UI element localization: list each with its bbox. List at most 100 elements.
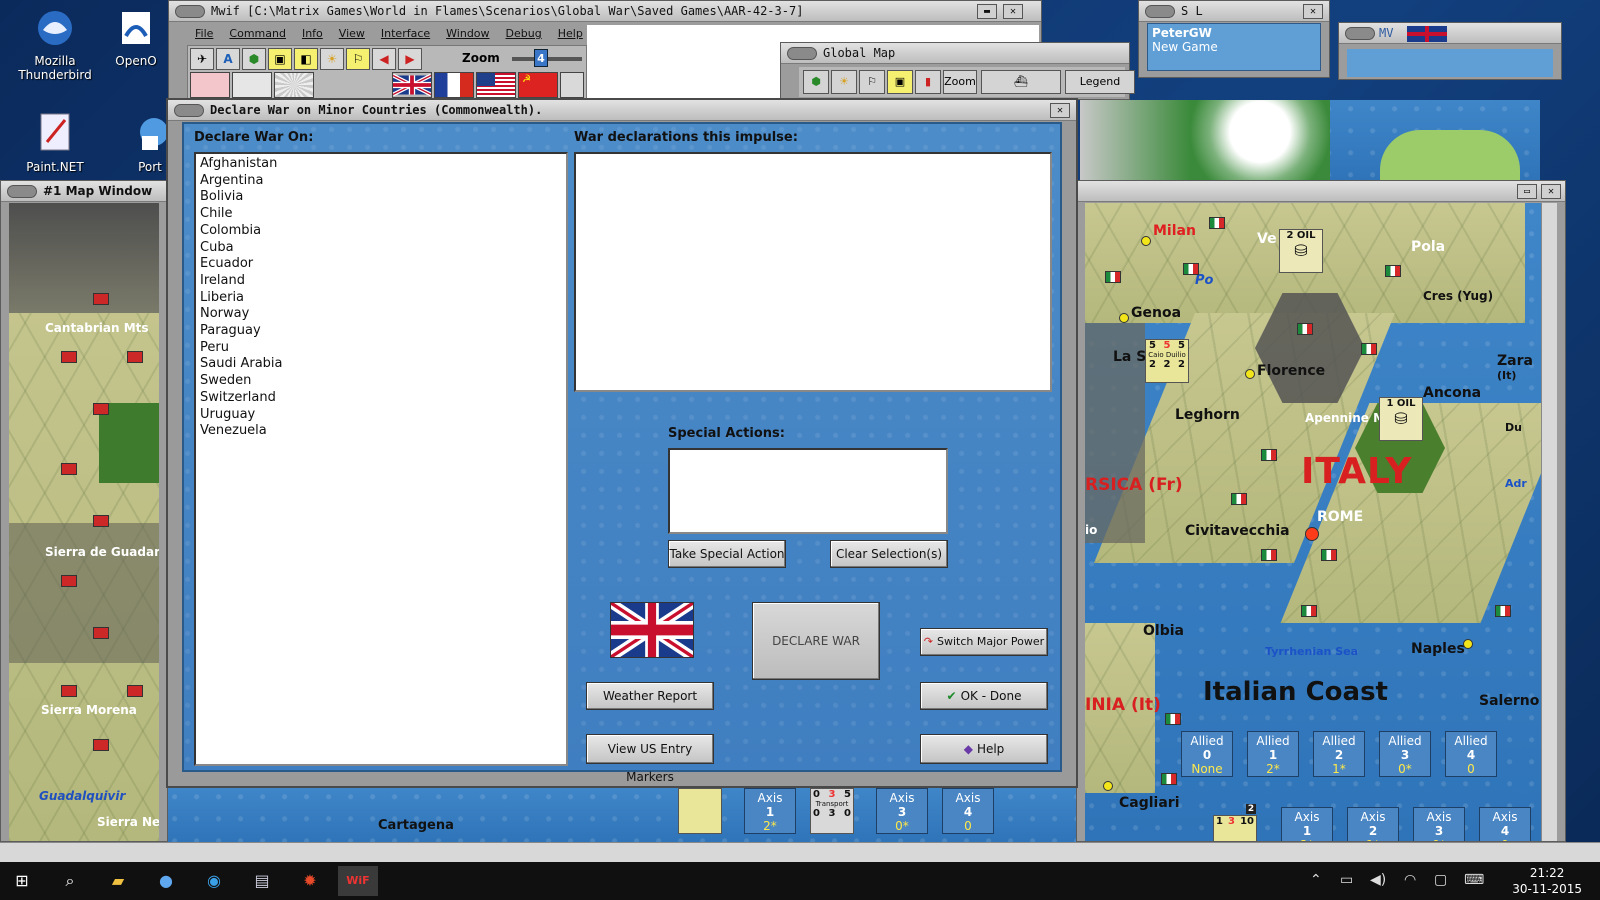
list-item[interactable]: Argentina <box>196 173 566 190</box>
declare-war-button[interactable]: DECLARE WAR <box>752 602 880 680</box>
player-panel-titlebar[interactable]: S L ✕ <box>1139 1 1329 22</box>
list-item[interactable]: Chile <box>196 206 566 223</box>
thermometer-icon[interactable]: ▮ <box>915 70 941 94</box>
browser-icon[interactable]: ◉ <box>194 866 234 896</box>
list-item[interactable]: Paraguay <box>196 323 566 340</box>
war-declarations-list[interactable] <box>574 152 1052 392</box>
swastika-pattern-icon[interactable] <box>232 72 272 98</box>
menu-file[interactable]: File <box>187 25 221 43</box>
window-menu-icon[interactable] <box>787 47 817 60</box>
grid-icon[interactable]: ▣ <box>887 70 913 94</box>
legend-button[interactable]: Legend <box>1065 70 1135 94</box>
list-item[interactable]: Peru <box>196 340 566 357</box>
file-explorer-icon[interactable]: ▰ <box>98 866 138 896</box>
switch-major-power-button[interactable]: ↷ Switch Major Power <box>920 628 1048 656</box>
city-cagliari[interactable] <box>1103 781 1113 791</box>
tray-chevron-icon[interactable]: ⌃ <box>1310 872 1322 888</box>
arrow-left-icon[interactable]: ◀ <box>372 48 396 70</box>
notification-icon[interactable]: ▢ <box>1434 872 1447 888</box>
axis-score-left-4[interactable]: Axis 4 0 <box>942 788 994 834</box>
paintnet-icon[interactable]: ▤ <box>242 866 282 896</box>
ok-done-button[interactable]: ✔ OK - Done <box>920 682 1048 710</box>
window-menu-icon[interactable] <box>1145 5 1175 18</box>
game-app-icon[interactable]: ✹ <box>290 866 330 896</box>
global-map-titlebar[interactable]: Global Map <box>781 43 1129 64</box>
list-item[interactable]: Bolivia <box>196 189 566 206</box>
transport-counter[interactable]: 0 3 5 Transport 0 3 0 <box>810 788 854 834</box>
keyboard-icon[interactable]: ⌨ <box>1464 872 1484 888</box>
text-icon[interactable]: A <box>216 48 240 70</box>
zoom-slider-thumb[interactable]: 4 <box>534 49 548 67</box>
allied-score-4[interactable]: Allied 4 0 <box>1445 731 1497 777</box>
desktop-icon-thunderbird[interactable]: Mozilla Thunderbird <box>0 6 110 82</box>
axis-score-3[interactable]: Axis 3 0* <box>1413 807 1465 841</box>
close-icon[interactable]: ✕ <box>1003 4 1023 19</box>
plane-icon[interactable]: ✈ <box>190 48 214 70</box>
close-icon[interactable]: ✕ <box>1303 4 1323 19</box>
list-item[interactable]: Venezuela <box>196 423 566 440</box>
italy-map-area[interactable]: Milan Ve Pola Po Cres (Yug) Genoa La S F… <box>1085 203 1541 841</box>
window-menu-icon[interactable] <box>174 104 204 117</box>
mv-titlebar[interactable]: MV <box>1339 23 1561 44</box>
weather-report-button[interactable]: Weather Report <box>586 682 714 710</box>
list-item[interactable]: Colombia <box>196 223 566 240</box>
list-item[interactable]: Cuba <box>196 240 566 257</box>
oil-resource-counter[interactable]: 1 OIL ⛁ <box>1379 397 1423 441</box>
china-roundel-icon[interactable] <box>560 72 584 98</box>
oil-resource-counter[interactable]: 2 OIL ⛁ <box>1279 229 1323 273</box>
ship-counter[interactable] <box>678 788 722 834</box>
allied-score-3[interactable]: Allied 3 0* <box>1379 731 1431 777</box>
axis-score-2[interactable]: Axis 2 1* <box>1347 807 1399 841</box>
list-item[interactable]: Norway <box>196 306 566 323</box>
allied-score-0[interactable]: Allied 0 None <box>1181 731 1233 777</box>
minor-country-list[interactable]: Afghanistan Argentina Bolivia Chile Colo… <box>194 152 568 766</box>
usa-flag-icon[interactable] <box>476 72 516 98</box>
city-milan[interactable] <box>1141 236 1151 246</box>
list-item[interactable]: Ireland <box>196 273 566 290</box>
rising-sun-icon[interactable] <box>274 72 314 98</box>
search-icon[interactable]: ⌕ <box>50 866 90 896</box>
ussr-flag-icon[interactable]: ☭ <box>518 72 558 98</box>
clear-selection-button[interactable]: Clear Selection(s) <box>830 540 948 568</box>
city-florence[interactable] <box>1245 369 1255 379</box>
ship-counter[interactable]: 2 1 3 10 0 3 0 <box>1213 804 1257 841</box>
hex-icon[interactable]: ⬢ <box>803 70 829 94</box>
list-item[interactable]: Switzerland <box>196 390 566 407</box>
mwif-app-icon[interactable]: WiF <box>338 866 378 896</box>
thunderbird-icon[interactable]: ● <box>146 866 186 896</box>
uk-flag-icon[interactable] <box>392 72 432 98</box>
menu-interface[interactable]: Interface <box>373 25 438 43</box>
special-actions-list[interactable] <box>668 448 948 534</box>
close-icon[interactable]: ✕ <box>1050 103 1070 118</box>
sun-icon[interactable]: ☀ <box>320 48 344 70</box>
france-flag-icon[interactable] <box>434 72 474 98</box>
menu-command[interactable]: Command <box>221 25 294 43</box>
list-item[interactable]: Liberia <box>196 290 566 307</box>
menu-info[interactable]: Info <box>294 25 331 43</box>
axis-score-left-3[interactable]: Axis 3 0* <box>876 788 928 834</box>
desktop-icon-openoffice[interactable]: OpenO <box>106 6 166 68</box>
close-icon[interactable]: ✕ <box>1541 184 1561 199</box>
map-window-1-titlebar[interactable]: #1 Map Window <box>1 181 167 202</box>
view-us-entry-markers-button[interactable]: View US Entry Markers <box>586 734 714 784</box>
allied-score-2[interactable]: Allied 2 1* <box>1313 731 1365 777</box>
battery-icon[interactable]: ▭ <box>1340 872 1353 888</box>
list-item[interactable]: Afghanistan <box>196 156 566 173</box>
hex-icon[interactable]: ⬢ <box>242 48 266 70</box>
allied-score-1[interactable]: Allied 1 2* <box>1247 731 1299 777</box>
menu-window[interactable]: Window <box>438 25 497 43</box>
list-item[interactable]: Uruguay <box>196 407 566 424</box>
minimize-icon[interactable]: ▬ <box>977 4 997 19</box>
window-menu-icon[interactable] <box>7 185 37 198</box>
city-naples[interactable] <box>1463 639 1473 649</box>
list-item[interactable]: Ecuador <box>196 256 566 273</box>
list-item[interactable]: Saudi Arabia <box>196 356 566 373</box>
global-map-view[interactable] <box>1080 100 1540 180</box>
wifi-icon[interactable]: ◠ <box>1404 872 1416 888</box>
flag-icon[interactable]: ⚐ <box>859 70 885 94</box>
help-button[interactable]: ◆ Help <box>920 734 1048 764</box>
maximize-icon[interactable]: ▭ <box>1517 184 1537 199</box>
main-window-titlebar[interactable]: Mwif [C:\Matrix Games\World in Flames\Sc… <box>169 1 1041 22</box>
take-special-action-button[interactable]: Take Special Action <box>668 540 786 568</box>
ship-counter[interactable]: 5 5 5 Caio Duilio 2 2 2 <box>1145 339 1189 383</box>
